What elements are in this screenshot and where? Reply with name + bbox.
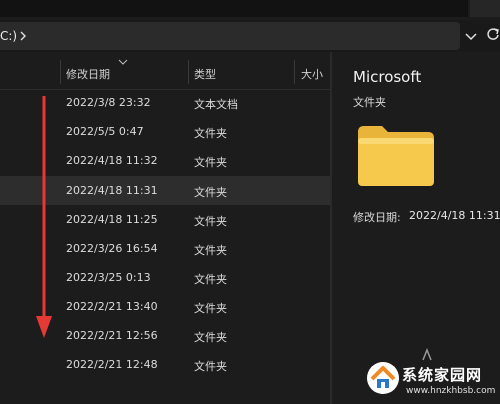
column-divider[interactable] — [188, 60, 189, 84]
details-modified-label: 修改日期: — [353, 211, 401, 224]
sort-caret-icon — [118, 59, 128, 65]
modified-date: 2022/4/18 11:31 — [66, 184, 158, 197]
file-type: 文件夹 — [194, 244, 227, 257]
details-item-kind: 文件夹 — [353, 96, 386, 109]
modified-date: 2022/2/21 13:40 — [66, 300, 158, 313]
column-header-row: 修改日期 类型 大小 — [0, 52, 330, 90]
file-type: 文件夹 — [194, 215, 227, 228]
watermark: 系统家园网 www.hnzkhbsb.com — [366, 356, 500, 404]
modified-date: 2022/5/5 0:47 — [66, 125, 144, 138]
details-modified-value: 2022/4/18 11:31 — [409, 209, 500, 222]
file-type: 文件夹 — [194, 331, 227, 344]
breadcrumb-drive[interactable]: C:) — [0, 22, 17, 50]
file-type: 文件夹 — [194, 127, 227, 140]
address-bar[interactable]: C:) — [0, 22, 460, 50]
modified-date: 2022/2/21 12:48 — [66, 358, 158, 371]
title-bar-button[interactable] — [470, 0, 500, 17]
column-divider[interactable] — [294, 60, 295, 84]
title-bar-area — [0, 0, 468, 17]
watermark-site-name: 系统家园网 — [402, 366, 483, 384]
refresh-icon[interactable] — [486, 27, 500, 43]
file-type: 文本文档 — [194, 98, 238, 111]
modified-date: 2022/2/21 12:56 — [66, 329, 158, 342]
modified-date: 2022/3/8 23:32 — [66, 96, 151, 109]
modified-date: 2022/3/26 16:54 — [66, 242, 158, 255]
down-arrow-annotation-icon — [36, 96, 52, 338]
column-divider[interactable] — [60, 60, 61, 84]
watermark-url: www.hnzkhbsb.com — [406, 386, 496, 396]
house-logo-icon — [367, 362, 399, 394]
column-header-modified[interactable]: 修改日期 — [66, 66, 110, 82]
modified-date: 2022/4/18 11:32 — [66, 154, 158, 167]
file-type: 文件夹 — [194, 186, 227, 199]
file-row[interactable]: 2022/2/21 12:48 文件夹 — [0, 350, 330, 379]
modified-date: 2022/3/25 0:13 — [66, 271, 151, 284]
column-header-type[interactable]: 类型 — [194, 66, 216, 82]
details-pane: Microsoft 文件夹 修改日期: 2022/4/18 11:31 — [332, 52, 500, 404]
folder-icon — [358, 126, 434, 186]
window-top-strip — [0, 0, 500, 20]
chevron-right-icon[interactable] — [18, 31, 28, 41]
column-header-size[interactable]: 大小 — [301, 66, 323, 82]
file-type: 文件夹 — [194, 273, 227, 286]
file-type: 文件夹 — [194, 360, 227, 373]
chevron-down-icon[interactable] — [463, 28, 479, 44]
file-type: 文件夹 — [194, 156, 227, 169]
details-item-name: Microsoft — [353, 68, 422, 86]
file-type: 文件夹 — [194, 302, 227, 315]
modified-date: 2022/4/18 11:25 — [66, 213, 158, 226]
